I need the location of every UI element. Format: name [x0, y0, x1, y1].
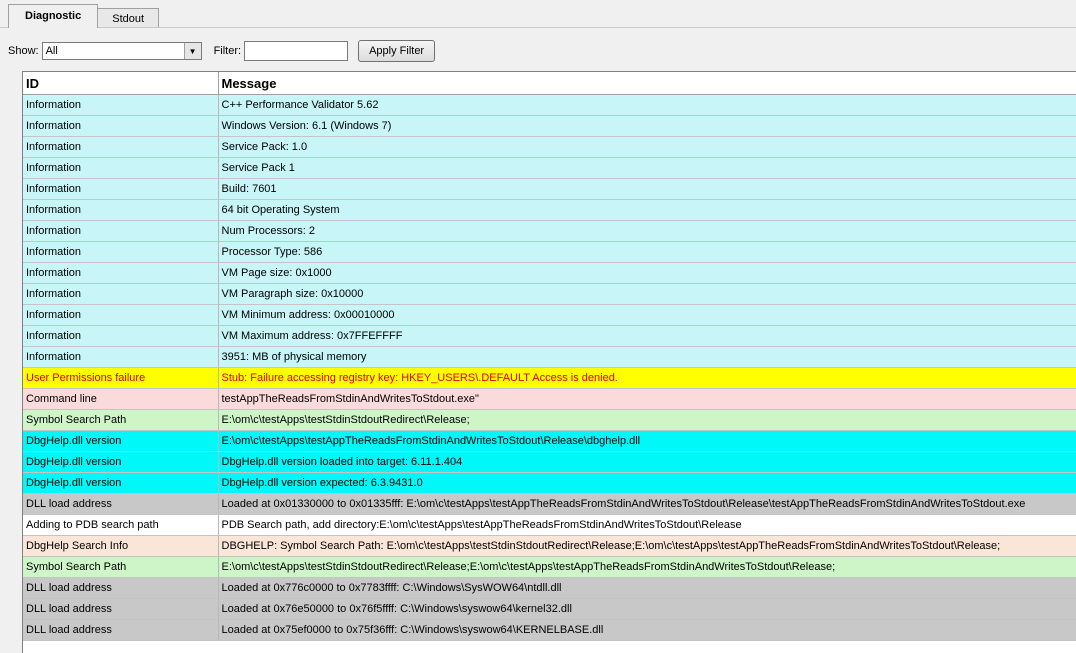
cell-message: Service Pack: 1.0 [218, 136, 1076, 158]
table-row[interactable]: Symbol Search Path E:\om\c\testApps\testS… [23, 409, 1076, 431]
table-row[interactable]: DbgHelp.dll version E:\om\c\testApps\test… [23, 430, 1076, 452]
cell-id: DbgHelp.dll version [23, 451, 219, 473]
table-row[interactable]: DLL load address Loaded at 0x75ef0000 to … [23, 619, 1076, 641]
cell-id: Adding to PDB search path [23, 514, 219, 536]
cell-id: Information [23, 283, 219, 305]
table-row[interactable]: Information VM Minimum address: 0x0001000… [23, 304, 1076, 326]
table-row[interactable]: Information Num Processors: 2 [23, 220, 1076, 242]
table-row[interactable]: Symbol Search Path E:\om\c\testApps\testS… [23, 556, 1076, 578]
chevron-down-icon[interactable]: ▼ [183, 43, 201, 59]
table-row[interactable]: Information Service Pack 1 [23, 157, 1076, 179]
cell-id: DLL load address [23, 619, 219, 641]
table-row[interactable]: Adding to PDB search path PDB Search path… [23, 514, 1076, 536]
cell-id: Information [23, 241, 219, 263]
tab-diagnostic[interactable]: Diagnostic [8, 4, 99, 28]
table-row[interactable]: DLL load address Loaded at 0x76e50000 to … [23, 598, 1076, 620]
table-row[interactable]: Information Windows Version: 6.1 (Windows… [23, 115, 1076, 137]
cell-message: testAppTheReadsFromStdinAndWritesToStdou… [218, 388, 1076, 410]
apply-filter-button[interactable]: Apply Filter [358, 40, 436, 62]
cell-id: Information [23, 346, 219, 368]
cell-id: DLL load address [23, 493, 219, 515]
column-header-message[interactable]: Message [218, 72, 1076, 95]
cell-message: VM Page size: 0x1000 [218, 262, 1076, 284]
cell-message: VM Minimum address: 0x00010000 [218, 304, 1076, 326]
cell-id: User Permissions failure [23, 367, 219, 389]
tab-bar: Diagnostic Stdout [8, 4, 160, 28]
cell-id: DbgHelp.dll version [23, 430, 219, 452]
table-row[interactable]: Information Build: 7601 [23, 178, 1076, 200]
table-row[interactable]: Information C++ Performance Validator 5.6… [23, 94, 1076, 116]
cell-message: PDB Search path, add directory:E:\om\c\t… [218, 514, 1076, 536]
cell-message: VM Maximum address: 0x7FFEFFFF [218, 325, 1076, 347]
cell-id: Symbol Search Path [23, 556, 219, 578]
cell-message: E:\om\c\testApps\testStdinStdoutRedirect… [218, 556, 1076, 578]
cell-message: E:\om\c\testApps\testStdinStdoutRedirect… [218, 409, 1076, 431]
cell-message: Stub: Failure accessing registry key: HK… [218, 367, 1076, 389]
cell-message: Num Processors: 2 [218, 220, 1076, 242]
cell-message: Loaded at 0x75ef0000 to 0x75f36fff: C:\W… [218, 619, 1076, 641]
show-select[interactable]: All ▼ [41, 42, 202, 60]
table-row[interactable]: Information VM Maximum address: 0x7FFEFFF… [23, 325, 1076, 347]
show-select-value: All [45, 45, 58, 57]
cell-id: Information [23, 94, 219, 116]
cell-id: Information [23, 157, 219, 179]
show-label: Show: [8, 45, 39, 57]
table-body: Information C++ Performance Validator 5.6… [23, 94, 1076, 641]
table-row[interactable]: DLL load address Loaded at 0x776c0000 to … [23, 577, 1076, 599]
apply-filter-label: Apply Filter [369, 45, 425, 57]
table-row[interactable]: DLL load address Loaded at 0x01330000 to … [23, 493, 1076, 515]
filter-input[interactable] [244, 41, 349, 61]
cell-id: Command line [23, 388, 219, 410]
cell-message: Windows Version: 6.1 (Windows 7) [218, 115, 1076, 137]
cell-id: Symbol Search Path [23, 409, 219, 431]
column-header-id[interactable]: ID [23, 72, 219, 95]
cell-message: VM Paragraph size: 0x10000 [218, 283, 1076, 305]
cell-id: DLL load address [23, 598, 219, 620]
cell-id: DbgHelp Search Info [23, 535, 219, 557]
diagnostic-grid[interactable]: ID Message Information C++ Performance Va… [22, 71, 1076, 653]
table-row[interactable]: Information Service Pack: 1.0 [23, 136, 1076, 158]
diagnostic-table: ID Message Information C++ Performance Va… [23, 72, 1076, 641]
table-row[interactable]: Information VM Paragraph size: 0x10000 [23, 283, 1076, 305]
table-row[interactable]: Information VM Page size: 0x1000 [23, 262, 1076, 284]
table-row[interactable]: Command line testAppTheReadsFromStdinAndW… [23, 388, 1076, 410]
cell-id: Information [23, 262, 219, 284]
cell-message: 3951: MB of physical memory [218, 346, 1076, 368]
table-row[interactable]: User Permissions failure Stub: Failure ac… [23, 367, 1076, 389]
tab-divider [0, 27, 1076, 28]
cell-message: Build: 7601 [218, 178, 1076, 200]
cell-id: Information [23, 304, 219, 326]
cell-id: DbgHelp.dll version [23, 472, 219, 494]
cell-message: Service Pack 1 [218, 157, 1076, 179]
cell-message: Processor Type: 586 [218, 241, 1076, 263]
cell-id: Information [23, 178, 219, 200]
table-row[interactable]: DbgHelp Search Info DBGHELP: Symbol Searc… [23, 535, 1076, 557]
cell-message: E:\om\c\testApps\testAppTheReadsFromStdi… [218, 430, 1076, 452]
cell-id: Information [23, 325, 219, 347]
cell-message: Loaded at 0x01330000 to 0x01335fff: E:\o… [218, 493, 1076, 515]
cell-message: Loaded at 0x76e50000 to 0x76f5ffff: C:\W… [218, 598, 1076, 620]
table-row[interactable]: DbgHelp.dll version DbgHelp.dll version e… [23, 472, 1076, 494]
cell-message: DbgHelp.dll version expected: 6.3.9431.0 [218, 472, 1076, 494]
cell-message: Loaded at 0x776c0000 to 0x7783ffff: C:\W… [218, 577, 1076, 599]
tab-stdout[interactable]: Stdout [97, 8, 160, 28]
cell-message: DbgHelp.dll version loaded into target: … [218, 451, 1076, 473]
cell-id: Information [23, 115, 219, 137]
cell-id: Information [23, 199, 219, 221]
table-row[interactable]: DbgHelp.dll version DbgHelp.dll version l… [23, 451, 1076, 473]
table-row[interactable]: Information 3951: MB of physical memory [23, 346, 1076, 368]
filter-label: Filter: [213, 45, 242, 57]
cell-message: 64 bit Operating System [218, 199, 1076, 221]
cell-message: DBGHELP: Symbol Search Path: E:\om\c\tes… [218, 535, 1076, 557]
table-row[interactable]: Information Processor Type: 586 [23, 241, 1076, 263]
table-row[interactable]: Information 64 bit Operating System [23, 199, 1076, 221]
cell-id: DLL load address [23, 577, 219, 599]
cell-id: Information [23, 136, 219, 158]
cell-id: Information [23, 220, 219, 242]
filter-toolbar: Show: All ▼ Filter: Apply Filter [8, 40, 436, 62]
table-header-row: ID Message [23, 72, 1076, 95]
cell-message: C++ Performance Validator 5.62 [218, 94, 1076, 116]
